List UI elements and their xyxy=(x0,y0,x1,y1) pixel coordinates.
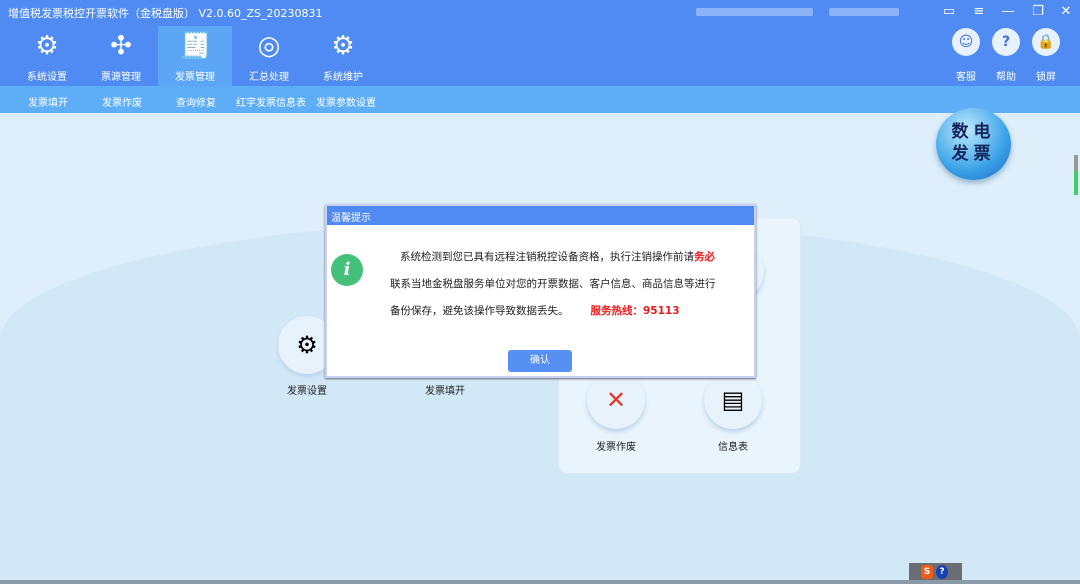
dialog-message-line3: 备份保存，避免该操作导致数据丢失。 服务热线：95113 xyxy=(390,303,680,318)
digital-invoice-button[interactable]: 数电 发票 xyxy=(936,108,1011,180)
gear-icon: ⚙ xyxy=(35,31,59,61)
void-invoice-label[interactable]: 发票作废 xyxy=(596,438,636,453)
message-text: 系统检测到您已具有远程注销税控设备资格，执行注销操作前请 xyxy=(400,251,694,263)
close-button[interactable]: ✕ xyxy=(1056,3,1076,21)
notice-dialog: 温馨提示 i 系统检测到您已具有远程注销税控设备资格，执行注销操作前请务必 联系… xyxy=(325,204,756,378)
robot-icon: ☺ xyxy=(952,28,980,56)
subnav-issue-invoice[interactable]: 发票填开 xyxy=(28,94,68,109)
menu-icon[interactable]: ≡ xyxy=(969,3,989,21)
invoice-settings-label[interactable]: 发票设置 xyxy=(287,382,327,397)
badge-text: 数电 xyxy=(951,122,996,142)
invoice-icon: 🧾 xyxy=(179,31,212,61)
message-text: 备份保存，避免该操作导致数据丢失。 xyxy=(390,305,569,317)
help-button[interactable]: ? 帮助 xyxy=(986,28,1026,83)
button-label: 锁屏 xyxy=(1036,72,1056,83)
tab-invoice-management[interactable]: 🧾 发票管理 xyxy=(158,26,232,86)
restore-button[interactable]: ❐ xyxy=(1028,3,1048,21)
tab-label: 汇总处理 xyxy=(249,72,289,83)
subnav-void-invoice[interactable]: 发票作废 xyxy=(102,94,142,109)
tab-summary[interactable]: ◎ 汇总处理 xyxy=(232,26,306,86)
system-tray: S? xyxy=(909,563,962,580)
info-sheet-label[interactable]: 信息表 xyxy=(718,438,748,453)
help-book-icon: ? xyxy=(992,28,1020,56)
customer-service-button[interactable]: ☺ 客服 xyxy=(946,28,986,83)
minimize-button[interactable]: — xyxy=(998,3,1018,21)
network-icon: ✣ xyxy=(110,31,132,61)
dialog-message-line1: 系统检测到您已具有远程注销税控设备资格，执行注销操作前请务必 xyxy=(400,249,715,264)
tab-label: 票源管理 xyxy=(101,72,141,83)
confirm-button[interactable]: 确认 xyxy=(508,350,572,372)
feedback-icon[interactable]: ▭ xyxy=(939,3,959,21)
wrench-icon: ⚙ xyxy=(331,31,355,61)
scrollbar[interactable] xyxy=(1074,155,1078,195)
tax-summary-icon: ◎ xyxy=(257,31,281,61)
void-invoice-icon[interactable]: ✕ xyxy=(587,371,645,429)
tab-label: 发票管理 xyxy=(175,72,215,83)
tab-system-settings[interactable]: ⚙ 系统设置 xyxy=(10,26,84,86)
tab-maintenance[interactable]: ⚙ 系统维护 xyxy=(306,26,380,86)
lock-icon: 🔒 xyxy=(1032,28,1060,56)
dialog-title: 温馨提示 xyxy=(327,206,754,225)
dialog-message-line2: 联系当地金税盘服务单位对您的开票数据、客户信息、商品信息等进行 xyxy=(390,278,716,290)
info-icon: i xyxy=(331,254,363,286)
button-label: 帮助 xyxy=(996,72,1016,83)
tab-ticket-source[interactable]: ✣ 票源管理 xyxy=(84,26,158,86)
badge-text: 发票 xyxy=(951,144,996,164)
tab-label: 系统维护 xyxy=(323,72,363,83)
app-title: 增值税发票税控开票软件（金税盘版） V2.0.60_ZS_20230831 xyxy=(8,7,323,20)
subnav-query-repair[interactable]: 查询修复 xyxy=(176,94,216,109)
hotline: 服务热线：95113 xyxy=(590,305,680,317)
lock-screen-button[interactable]: 🔒 锁屏 xyxy=(1026,28,1066,83)
help-tray-icon[interactable]: ? xyxy=(936,564,948,579)
subnav-red-invoice-info[interactable]: 红字发票信息表 xyxy=(236,94,306,109)
tab-label: 系统设置 xyxy=(27,72,67,83)
info-sheet-icon[interactable]: ▤ xyxy=(704,371,762,429)
taskbar xyxy=(0,580,1080,584)
sub-navigation: 发票填开 发票作废 查询修复 红字发票信息表 发票参数设置 xyxy=(0,86,1080,113)
title-bar: 增值税发票税控开票软件（金税盘版） V2.0.60_ZS_20230831 ▭ … xyxy=(0,0,1080,86)
blurred-info xyxy=(829,8,899,16)
subnav-invoice-params[interactable]: 发票参数设置 xyxy=(316,94,376,109)
message-emphasis: 务必 xyxy=(694,251,715,263)
issue-invoice-label[interactable]: 发票填开 xyxy=(425,382,465,397)
button-label: 客服 xyxy=(956,72,976,83)
sogou-icon[interactable]: S xyxy=(921,564,933,579)
blurred-info xyxy=(696,8,813,16)
